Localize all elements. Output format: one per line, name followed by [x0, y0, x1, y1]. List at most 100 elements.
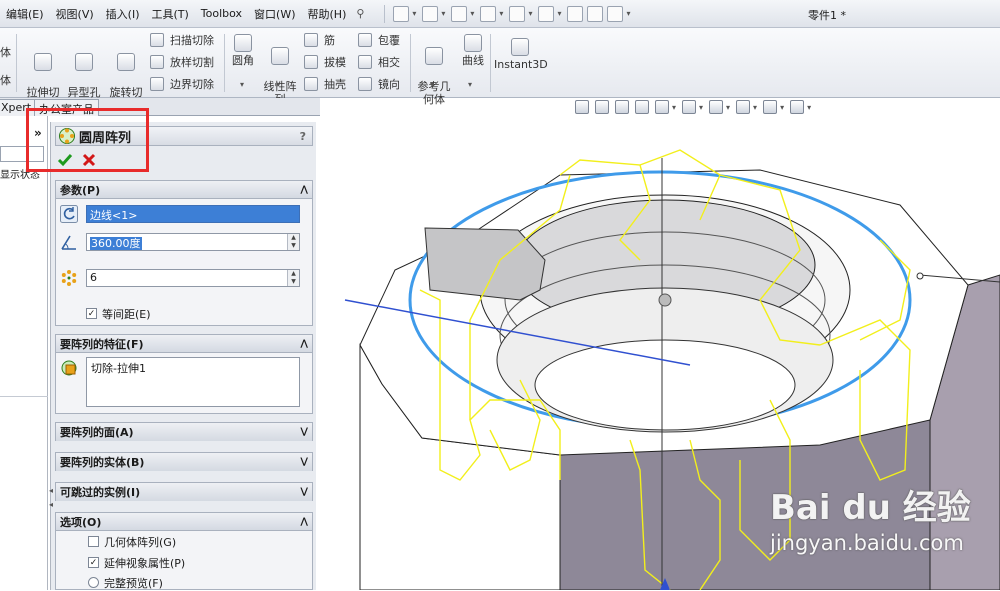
expand-down-icon[interactable]: ⋁ [300, 427, 308, 437]
linear-pattern-button[interactable]: 线性阵 列 [262, 34, 298, 106]
features-to-pattern-header[interactable]: 要阵列的特征(F) ⋀ [56, 335, 312, 353]
wrap-button[interactable]: 包覆 [358, 32, 400, 48]
options-icon[interactable] [607, 5, 624, 22]
geometry-pattern-checkbox[interactable] [88, 536, 99, 547]
save-icon[interactable] [451, 5, 468, 22]
draft-button[interactable]: 拔模 [304, 54, 346, 70]
fillet-button[interactable]: 圆角 [228, 34, 258, 67]
instant3d-icon [511, 38, 529, 56]
instances-field[interactable]: 6 [86, 269, 300, 287]
collapse-up-icon[interactable]: ⋀ [300, 185, 308, 195]
panel-splitter-handle[interactable]: ◂ [49, 486, 53, 495]
menu-window[interactable]: 窗口(W) [248, 6, 301, 22]
loft-cut-icon [150, 55, 164, 69]
intersect-button[interactable]: 相交 [358, 54, 400, 70]
chevron-down-icon[interactable]: ▾ [240, 80, 244, 89]
chevron-down-icon[interactable]: ▾ [499, 9, 503, 18]
help-icon[interactable]: ? [300, 130, 306, 143]
zoom-to-area-icon[interactable] [595, 100, 609, 114]
highlight-rectangle [26, 108, 149, 172]
menu-bar: 编辑(E) 视图(V) 插入(I) 工具(T) Toolbox 窗口(W) 帮助… [0, 0, 1000, 28]
rotation-handle[interactable] [658, 293, 672, 307]
angle-field[interactable]: 360.00度 [86, 233, 300, 251]
curves-button[interactable]: 曲线 [458, 34, 488, 67]
section-view-icon[interactable] [635, 100, 649, 114]
menu-toolbox[interactable]: Toolbox [195, 7, 248, 20]
open-folder-icon[interactable] [422, 5, 439, 22]
baidu-logo: Bai du 经验 [770, 488, 971, 528]
undo-icon[interactable] [509, 5, 526, 22]
full-preview-label: 完整预览(F) [104, 577, 163, 590]
collapse-up-icon[interactable]: ⋀ [300, 517, 308, 527]
previous-view-icon[interactable] [615, 100, 629, 114]
chevron-down-icon[interactable]: ▾ [468, 80, 472, 89]
expand-down-icon[interactable]: ⋁ [300, 457, 308, 467]
linear-pattern-icon [271, 47, 289, 65]
command-manager: 体 体 拉伸切 除 异型孔 向导 旋转切 除 扫描切除 放样切割 边界切除 圆角… [0, 28, 1000, 112]
vertex-point [916, 272, 924, 280]
wrap-icon [358, 33, 372, 47]
pattern-axis-field[interactable]: 边线<1> [86, 205, 300, 223]
feature-selection-icon [61, 360, 77, 376]
feature-tree-collapsed: » 显示状态 [0, 116, 48, 590]
bodies-to-pattern-header[interactable]: 要阵列的实体(B) ⋁ [56, 453, 312, 471]
shell-button[interactable]: 抽壳 [304, 76, 346, 92]
print-icon[interactable] [480, 5, 497, 22]
mirror-button[interactable]: 镜向 [358, 76, 400, 92]
equal-spacing-checkbox[interactable]: ✓ [86, 308, 97, 319]
chevron-down-icon[interactable]: ▾ [430, 80, 434, 89]
options-header[interactable]: 选项(O) ⋀ [56, 513, 312, 531]
menu-insert[interactable]: 插入(I) [100, 6, 146, 22]
revolve-cut-icon [117, 53, 135, 71]
angle-spinner[interactable]: ▲ ▼ [287, 234, 299, 250]
new-document-icon[interactable] [393, 5, 410, 22]
rebuild-icon[interactable] [567, 5, 584, 22]
instances-to-skip-group: 可跳过的实例(I) ⋁ [55, 482, 313, 501]
propagate-visual-checkbox[interactable]: ✓ [88, 557, 99, 568]
chevron-down-icon[interactable]: ▾ [626, 9, 630, 18]
menu-help[interactable]: 帮助(H) [302, 6, 353, 22]
pin-icon[interactable]: ⚲ [352, 7, 368, 20]
chevron-down-icon[interactable]: ▾ [441, 9, 445, 18]
boundary-cut-icon [150, 77, 164, 91]
select-arrow-icon[interactable] [538, 5, 555, 22]
sweep-cut-button[interactable]: 扫描切除 [150, 32, 214, 48]
zoom-to-fit-icon[interactable] [575, 100, 589, 114]
instant3d-button[interactable]: Instant3D [494, 38, 548, 71]
menu-tools[interactable]: 工具(T) [145, 6, 194, 22]
rotate-axis-icon[interactable] [60, 205, 78, 223]
chevron-down-icon[interactable]: ▾ [528, 9, 532, 18]
instances-to-skip-header[interactable]: 可跳过的实例(I) ⋁ [56, 483, 312, 501]
view-orientation-icon[interactable] [655, 100, 669, 114]
chevron-down-icon[interactable]: ▾ [470, 9, 474, 18]
full-preview-radio[interactable] [88, 577, 99, 588]
boundary-cut-button[interactable]: 边界切除 [150, 76, 214, 92]
faces-to-pattern-header[interactable]: 要阵列的面(A) ⋁ [56, 423, 312, 441]
list-item[interactable]: 切除-拉伸1 [91, 360, 146, 376]
chevron-down-icon[interactable]: ▾ [412, 9, 416, 18]
rib-button[interactable]: 筋 [304, 32, 335, 48]
collapse-up-icon[interactable]: ⋀ [300, 339, 308, 349]
hide-show-items-icon[interactable] [709, 100, 724, 114]
expand-down-icon[interactable]: ⋁ [300, 487, 308, 497]
view-settings-icon[interactable] [790, 100, 805, 114]
loft-cut-button[interactable]: 放样切割 [150, 54, 214, 70]
menu-edit[interactable]: 编辑(E) [0, 6, 50, 22]
edit-appearance-icon[interactable] [736, 100, 751, 114]
chevron-down-icon[interactable]: ▾ [557, 9, 561, 18]
panel-splitter-handle[interactable]: ◂ [49, 500, 53, 509]
rib-icon [304, 33, 318, 47]
file-properties-icon[interactable] [587, 5, 604, 22]
options-group: 选项(O) ⋀ 几何体阵列(G) ✓ 延伸视象属性(P) 完整预览(F) [55, 512, 313, 590]
apply-scene-icon[interactable] [763, 100, 778, 114]
thread-ring [534, 339, 796, 431]
reference-geometry-button[interactable]: 参考几 何体 [414, 34, 454, 106]
menu-view[interactable]: 视图(V) [50, 6, 100, 22]
features-list[interactable]: 切除-拉伸1 [86, 357, 300, 407]
curves-icon [464, 34, 482, 52]
instances-spinner[interactable]: ▲ ▼ [287, 270, 299, 286]
reference-geometry-icon [425, 47, 443, 65]
chevron-down-icon[interactable]: ▾ [276, 80, 280, 89]
display-style-icon[interactable] [682, 100, 697, 114]
parameters-header[interactable]: 参数(P) ⋀ [56, 181, 312, 199]
